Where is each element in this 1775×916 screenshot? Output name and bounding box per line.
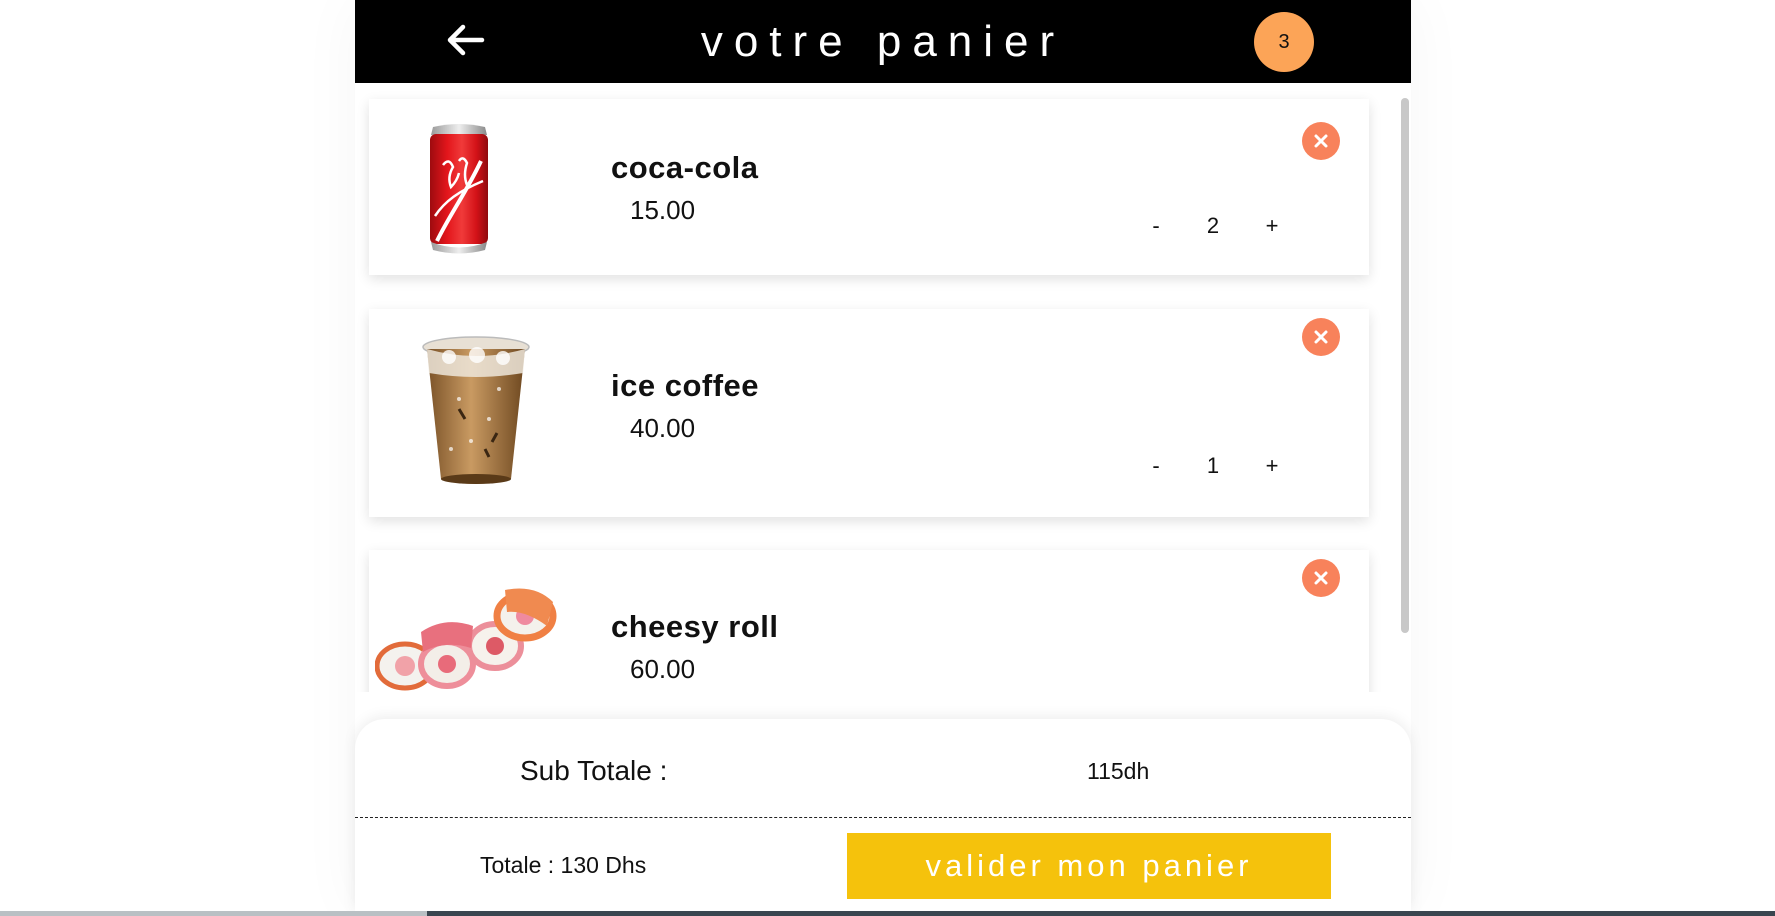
page-title: votre panier [700,17,1066,66]
sushi-roll-image [374,586,560,692]
remove-item-button[interactable] [1302,122,1340,160]
subtotal-value: 115dh [1087,758,1150,784]
remove-item-button[interactable] [1302,318,1340,356]
cart-item: cheesy roll 60.00 [369,550,1369,692]
close-icon [1314,330,1328,344]
header: votre panier 3 [355,0,1411,83]
item-price: 60.00 [630,654,696,684]
validate-cart-button[interactable]: valider mon panier [847,833,1331,899]
close-icon [1314,134,1328,148]
quantity-value: 1 [1206,453,1220,478]
remove-item-button[interactable] [1302,559,1340,597]
taskbar-segment [0,911,427,916]
cart-item: coca-cola 15.00 - 2 + [369,99,1369,275]
order-summary: Sub Totale : 115dh Totale : 130 Dhs vali… [355,719,1411,911]
taskbar-strip [0,911,1775,916]
quantity-value: 2 [1206,213,1220,238]
coca-cola-can-image [419,121,499,256]
item-name: coca-cola [611,150,759,185]
cart-count-badge: 3 [1254,12,1314,72]
item-price: 40.00 [630,413,696,443]
item-name: cheesy roll [611,609,779,644]
cart-item: ice coffee 40.00 - 1 + [369,309,1369,517]
cart-items-list[interactable]: coca-cola 15.00 - 2 + ice coffee 40.00 -… [355,83,1411,692]
close-icon [1314,571,1328,585]
total-label: Totale : 130 Dhs [480,852,647,878]
scrollbar-thumb[interactable] [1401,98,1409,633]
ice-coffee-image [419,329,534,489]
decrease-quantity-button[interactable]: - [1141,453,1171,479]
summary-divider [355,817,1411,818]
decrease-quantity-button[interactable]: - [1141,213,1171,239]
item-price: 15.00 [630,195,696,225]
cart-app: votre panier 3 coca-cola 15.00 - 2 + ice… [355,0,1411,911]
increase-quantity-button[interactable]: + [1257,213,1287,239]
increase-quantity-button[interactable]: + [1257,453,1287,479]
item-name: ice coffee [611,368,760,403]
subtotal-label: Sub Totale : [520,755,668,786]
